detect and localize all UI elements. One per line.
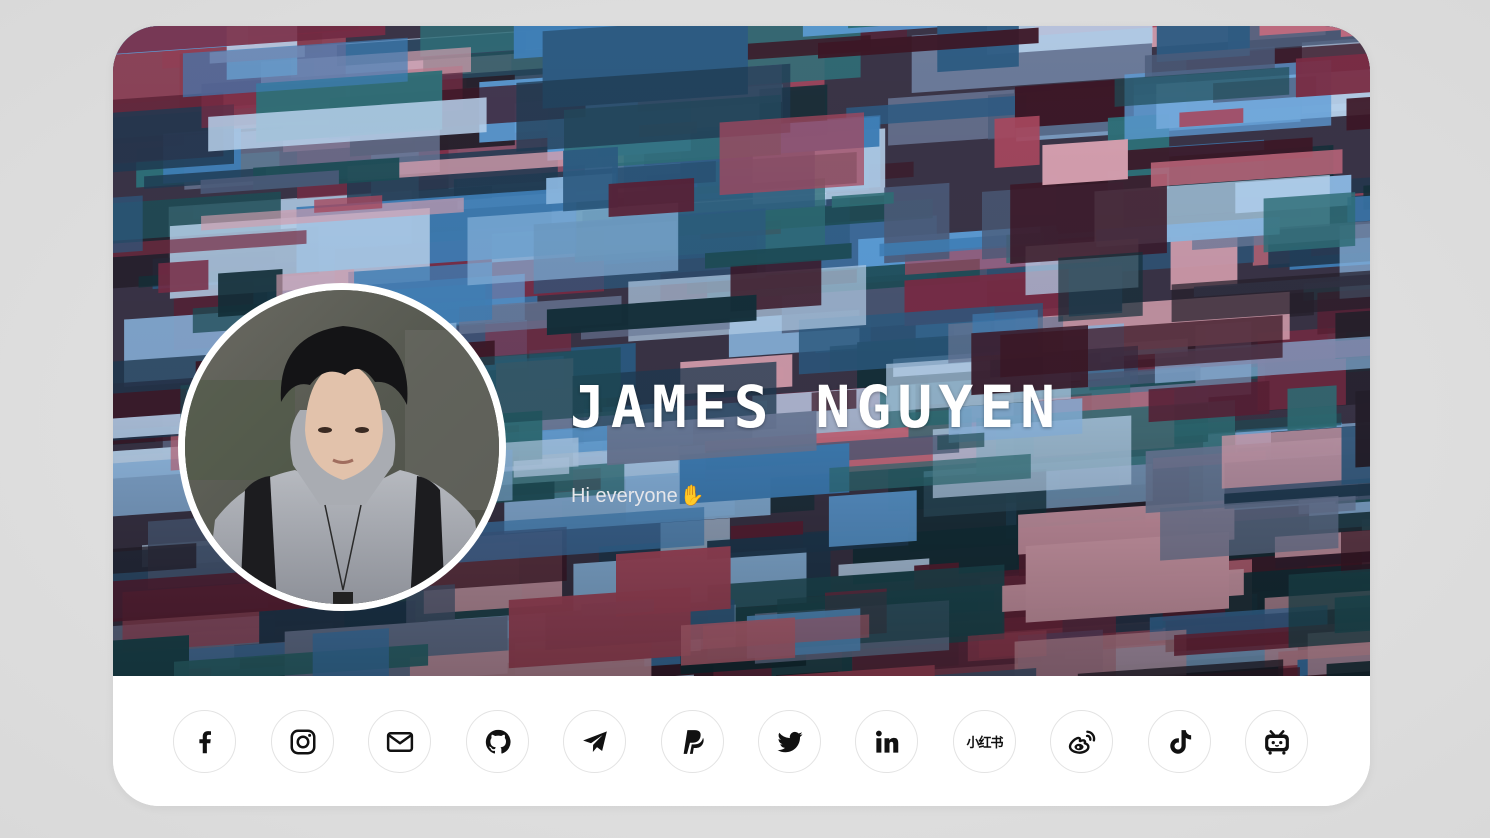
mail-icon [386, 731, 413, 752]
github-icon [485, 729, 511, 754]
tiktok-button[interactable] [1148, 710, 1211, 773]
xiaohongshu-icon: 小红书 [966, 736, 1003, 751]
profile-card: JAMES NGUYEN Hi everyone ✋ 小红书 [113, 26, 1370, 806]
cover-banner: JAMES NGUYEN Hi everyone ✋ [113, 26, 1370, 676]
tiktok-icon [1169, 729, 1191, 754]
bilibili-button[interactable] [1245, 710, 1308, 773]
profile-bio: Hi everyone ✋ [571, 485, 705, 506]
bilibili-icon [1264, 729, 1289, 755]
paypal-icon [683, 729, 704, 754]
facebook-button[interactable] [173, 710, 236, 773]
telegram-icon [582, 730, 607, 752]
facebook-icon [198, 730, 211, 753]
avatar-ring [178, 283, 506, 611]
social-links-bar: 小红书 [113, 676, 1370, 806]
page: JAMES NGUYEN Hi everyone ✋ 小红书 [0, 0, 1490, 838]
avatar[interactable] [185, 290, 499, 604]
instagram-icon [290, 729, 315, 754]
weibo-button[interactable] [1050, 710, 1113, 773]
twitter-icon [777, 731, 802, 752]
github-button[interactable] [466, 710, 529, 773]
profile-name: JAMES NGUYEN [570, 373, 1062, 441]
twitter-button[interactable] [758, 710, 821, 773]
telegram-button[interactable] [563, 710, 626, 773]
weibo-icon [1068, 730, 1095, 754]
bio-text: Hi everyone [571, 485, 678, 507]
avatar-photo [185, 290, 499, 604]
paypal-button[interactable] [661, 710, 724, 773]
linkedin-icon [875, 730, 898, 753]
email-button[interactable] [368, 710, 431, 773]
xiaohongshu-button[interactable]: 小红书 [953, 710, 1016, 773]
raised-hand-emoji: ✋ [679, 483, 705, 507]
instagram-button[interactable] [271, 710, 334, 773]
linkedin-button[interactable] [855, 710, 918, 773]
